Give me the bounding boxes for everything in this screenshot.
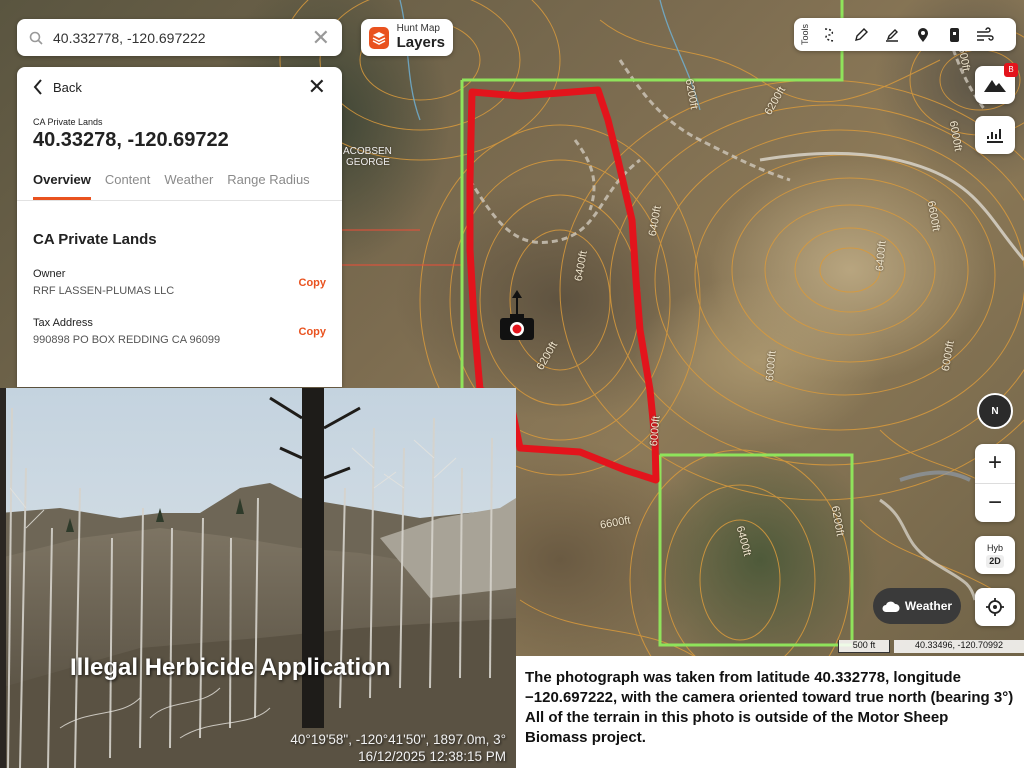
photo-stamp-datetime: 16/12/2025 12:38:15 PM [358, 749, 506, 765]
photo-stamp-coords: 40°19'58", -120°41'50", 1897.0m, 3° [290, 731, 506, 747]
cloud-icon [882, 601, 900, 612]
tracker-icon [949, 27, 959, 42]
wind-tool-button[interactable] [971, 21, 998, 48]
field-value: 990898 PO BOX REDDING CA 96099 [33, 334, 221, 346]
burned-forest-image [0, 388, 516, 768]
map-layers-button[interactable]: B [975, 63, 1018, 104]
tab-range-radius[interactable]: Range Radius [227, 172, 309, 200]
tools-label: Tools [800, 23, 810, 45]
map-type-label: Hyb [986, 543, 1003, 554]
photo-timestamp: 40°19'58", -120°41'50", 1897.0m, 3° 16/1… [290, 731, 506, 766]
tab-overview[interactable]: Overview [33, 172, 91, 200]
field-label: Tax Address [33, 317, 93, 329]
zoom-out-button[interactable]: − [975, 484, 1015, 523]
compass-button[interactable]: N [977, 393, 1013, 429]
tax-address-field: Tax Address 990898 PO BOX REDDING CA 960… [17, 317, 342, 346]
field-label: Owner [33, 268, 66, 280]
cursor-coordinates: 40.33496, -120.70992 [894, 640, 1024, 653]
tracker-tool-button[interactable] [940, 21, 967, 48]
weather-button[interactable]: Weather [873, 588, 961, 624]
map-mode-label: 2D [986, 555, 1004, 568]
area-tool-button[interactable] [878, 21, 905, 48]
clear-search-icon[interactable]: ✕ [312, 26, 330, 49]
zoom-in-button[interactable]: + [975, 444, 1015, 484]
panel-title: 40.33278, -120.69722 [33, 129, 229, 151]
caption-text: The photograph was taken from latitude 4… [516, 656, 1024, 768]
area-draw-icon [885, 28, 898, 42]
pencil-icon [854, 27, 868, 41]
draw-tool-button[interactable] [847, 21, 874, 48]
path-tool-button[interactable] [816, 21, 843, 48]
panel-tabs: Overview Content Weather Range Radius [17, 152, 342, 201]
weather-label: Weather [904, 599, 953, 613]
scale-distance: 500 ft [838, 640, 890, 653]
place-label: GEORGE [346, 157, 390, 168]
elevation-profile-button[interactable] [975, 116, 1015, 154]
copy-address-button[interactable]: Copy [299, 326, 327, 338]
photo-title: Illegal Herbicide Application [70, 654, 391, 681]
field-value: RRF LASSEN-PLUMAS LLC [33, 285, 175, 297]
section-heading: CA Private Lands [33, 231, 157, 248]
layers-label: Layers [396, 33, 445, 51]
tools-bar: Tools [794, 18, 1016, 51]
search-input[interactable] [53, 29, 312, 46]
back-button[interactable]: Back [33, 79, 82, 95]
copy-owner-button[interactable]: Copy [299, 277, 327, 289]
camera-icon [500, 290, 534, 340]
field-photo: Illegal Herbicide Application 40°19'58",… [0, 388, 516, 768]
zoom-control: + − [975, 444, 1015, 522]
map-type-toggle[interactable]: Hyb 2D [975, 536, 1015, 574]
layers-icon [369, 26, 389, 49]
locate-me-button[interactable] [975, 588, 1015, 626]
info-panel: Back ✕ CA Private Lands 40.33278, -120.6… [17, 67, 342, 387]
map-pin-icon [917, 27, 928, 42]
pin-tool-button[interactable] [909, 21, 936, 48]
wind-icon [976, 26, 994, 41]
chart-icon [987, 129, 1003, 143]
search-bar[interactable]: ✕ [17, 19, 342, 56]
camera-marker[interactable] [498, 290, 536, 344]
search-icon [29, 31, 43, 45]
scale-bar: 500 ft 40.33496, -120.70992 [838, 640, 1024, 653]
back-label: Back [53, 79, 82, 95]
tab-weather[interactable]: Weather [164, 172, 213, 200]
layers-button[interactable]: Hunt Map Layers [361, 19, 453, 56]
tab-content[interactable]: Content [105, 172, 151, 200]
owner-field: Owner RRF LASSEN-PLUMAS LLC Copy [17, 268, 342, 297]
place-label: ACOBSEN [343, 146, 392, 157]
crosshair-icon [986, 598, 1004, 616]
layer-badge: B [1004, 63, 1018, 77]
close-panel-icon[interactable]: ✕ [308, 74, 326, 100]
chevron-left-icon [33, 79, 42, 95]
path-icon [824, 27, 835, 42]
terrain-layer-icon [984, 80, 1006, 92]
layer-tag: CA Private Lands [33, 117, 103, 127]
